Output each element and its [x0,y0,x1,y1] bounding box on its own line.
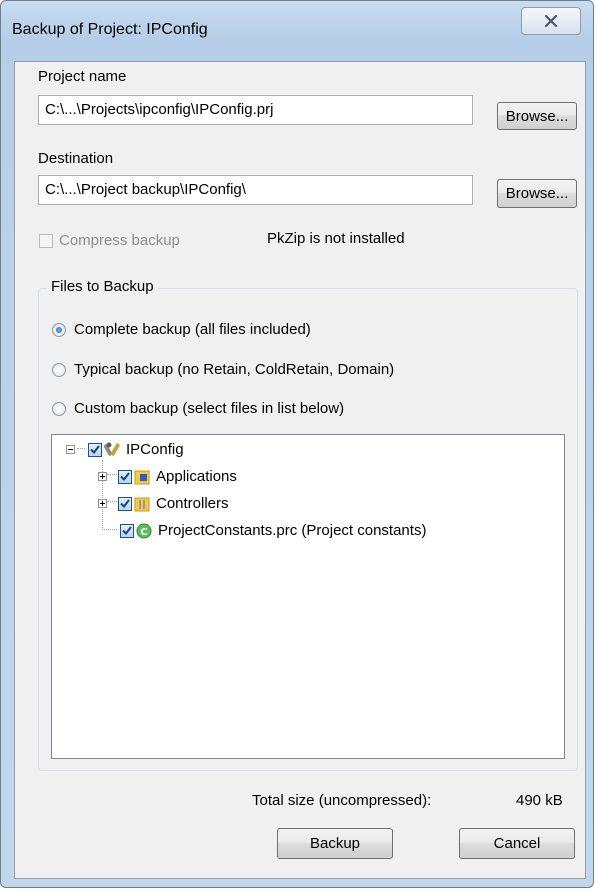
destination-label: Destination [38,150,114,167]
close-button[interactable] [521,7,581,35]
collapse-icon[interactable] [66,445,75,454]
tree-node-label: ProjectConstants.prc (Project constants) [158,522,427,539]
radio-typical-indicator [52,362,66,377]
total-size-value: 490 kB [516,792,563,809]
expand-icon[interactable] [98,499,107,508]
project-name-field[interactable]: C:\...\Projects\ipconfig\IPConfig.prj [38,95,473,125]
tree-node-controllers[interactable]: Controllers [98,495,229,512]
title-bar[interactable]: Backup of Project: IPConfig [1,1,595,61]
project-browse-button[interactable]: Browse... [497,102,577,130]
tree-node-label: Controllers [156,495,229,512]
tree-checkbox-root[interactable] [88,442,102,457]
files-to-backup-group: Files to Backup Complete backup (all fil… [38,278,578,771]
tree-connector [102,529,117,530]
tree-node-root[interactable]: IPConfig [66,441,184,458]
radio-typical-backup[interactable]: Typical backup (no Retain, ColdRetain, D… [52,361,394,378]
controllers-folder-icon [134,496,150,512]
pkzip-status-text: PkZip is not installed [267,230,405,247]
radio-complete-label: Complete backup (all files included) [74,321,311,338]
backup-button[interactable]: Backup [277,828,393,859]
tree-checkbox-controllers[interactable] [118,496,132,511]
project-name-label: Project name [38,68,127,85]
dialog-title: Backup of Project: IPConfig [12,21,208,38]
tree-node-applications[interactable]: Applications [98,468,237,485]
cancel-button[interactable]: Cancel [459,828,575,859]
destination-field[interactable]: C:\...\Project backup\IPConfig\ [38,175,473,205]
radio-complete-backup[interactable]: Complete backup (all files included) [52,321,311,338]
tree-checkbox-applications[interactable] [118,469,132,484]
constants-icon: C [136,523,152,539]
tree-node-label: Applications [156,468,237,485]
radio-typical-label: Typical backup (no Retain, ColdRetain, D… [74,361,395,378]
svg-text:C: C [140,527,147,538]
compress-backup-label: Compress backup [59,232,180,249]
radio-custom-backup[interactable]: Custom backup (select files in list belo… [52,400,344,417]
tree-checkbox-project-constants[interactable] [120,523,134,538]
dialog-content: Project name C:\...\Projects\ipconfig\IP… [14,61,586,879]
tree-node-project-constants[interactable]: C ProjectConstants.prc (Project constant… [120,522,426,539]
radio-custom-label: Custom backup (select files in list belo… [74,400,345,417]
compress-checkbox-box [39,233,53,248]
radio-complete-indicator [52,322,66,337]
files-to-backup-legend: Files to Backup [47,278,158,295]
backup-dialog: Backup of Project: IPConfig Project name… [0,0,594,888]
compress-backup-checkbox[interactable]: Compress backup [39,232,180,249]
radio-custom-indicator [52,401,66,416]
close-icon [544,15,558,27]
destination-browse-button[interactable]: Browse... [497,179,577,208]
tree-node-label: IPConfig [126,441,184,458]
expand-icon[interactable] [98,472,107,481]
tools-icon [103,442,120,458]
total-size-label: Total size (uncompressed): [252,792,432,809]
backup-file-tree[interactable]: IPConfig Applications Controllers C Proj… [51,434,565,759]
applications-folder-icon [134,469,150,485]
